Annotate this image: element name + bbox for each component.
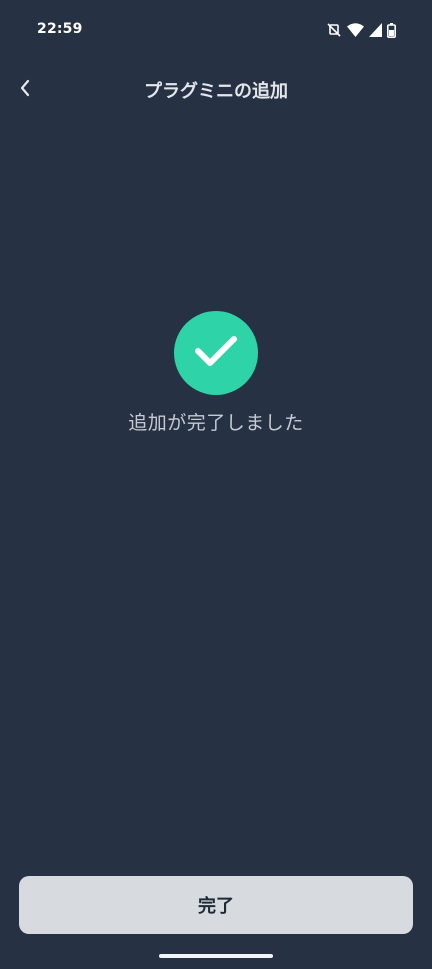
- app-bar: プラグミニの追加: [0, 62, 432, 120]
- signal-icon: [369, 23, 382, 37]
- wifi-icon: [347, 23, 364, 37]
- page-title: プラグミニの追加: [144, 81, 288, 102]
- done-button[interactable]: 完了: [19, 876, 413, 934]
- screen: 22:59 プラグミニの追加 追加が完了しました 完了: [0, 0, 432, 969]
- success-message: 追加が完了しました: [128, 412, 304, 434]
- status-bar: 22:59: [0, 0, 432, 62]
- home-indicator[interactable]: [159, 954, 273, 958]
- checkmark-icon: [193, 333, 239, 373]
- success-badge: [174, 311, 258, 395]
- mute-icon: [326, 22, 342, 38]
- battery-icon: [387, 22, 396, 38]
- status-time: 22:59: [37, 21, 83, 37]
- done-button-label: 完了: [198, 896, 234, 916]
- status-icons: [326, 22, 396, 38]
